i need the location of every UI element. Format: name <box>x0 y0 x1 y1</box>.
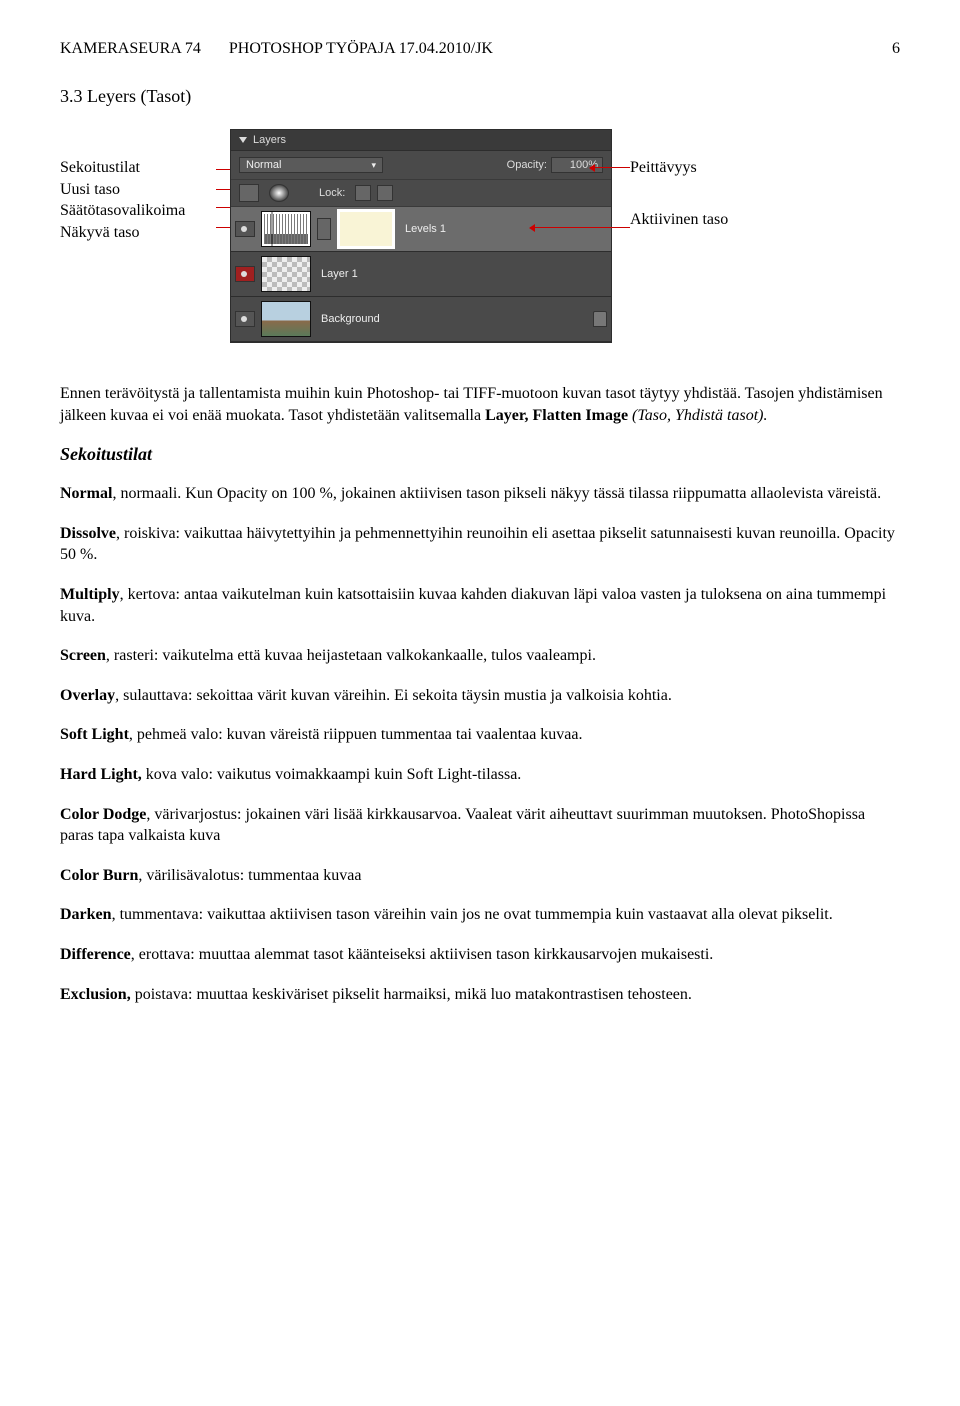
arrow-aktiivinen <box>530 227 630 228</box>
label-aktiivinen-taso: Aktiivinen taso <box>630 209 728 231</box>
para-colordodge: Color Dodge, värivarjostus: jokainen vär… <box>60 804 900 847</box>
para-screen: Screen, rasteri: vaikutelma että kuvaa h… <box>60 645 900 667</box>
lock-icons-group <box>355 185 393 201</box>
dropdown-arrow-icon: ▾ <box>371 160 376 171</box>
layer-name-layer1: Layer 1 <box>321 268 358 280</box>
panel-collapse-icon[interactable] <box>239 137 247 143</box>
blend-mode-value: Normal <box>246 159 281 171</box>
para-overlay: Overlay, sulauttava: sekoittaa värit kuv… <box>60 685 900 707</box>
layer-name-levels: Levels 1 <box>405 223 446 235</box>
mask-thumb-icon <box>337 209 395 249</box>
layer-thumb-icon <box>261 301 311 337</box>
term: Normal <box>60 485 112 502</box>
layer-row-background[interactable]: Background <box>231 297 611 342</box>
text-bold: Layer, Flatten Image <box>485 407 632 424</box>
lock-icon <box>593 311 607 327</box>
lock-label: Lock: <box>319 187 345 199</box>
desc: , värilisävalotus: tummentaa kuvaa <box>138 867 361 884</box>
layers-panel: Layers Normal ▾ Opacity: 100% Lock: <box>230 129 612 343</box>
term: Overlay <box>60 687 115 704</box>
desc: , tummentava: vaikuttaa aktiivisen tason… <box>112 906 833 923</box>
layer-row-layer1[interactable]: Layer 1 <box>231 252 611 297</box>
opacity-value-field[interactable]: 100% <box>551 157 603 173</box>
term: Screen <box>60 647 106 664</box>
para-colorburn: Color Burn, värilisävalotus: tummentaa k… <box>60 865 900 887</box>
desc: , rasteri: vaikutelma että kuvaa heijast… <box>106 647 596 664</box>
term: Hard Light, <box>60 766 142 783</box>
section-heading: 3.3 Leyers (Tasot) <box>60 86 900 107</box>
label-sekoitustilat: Sekoitustilat <box>60 157 220 179</box>
header-left: KAMERASEURA 74 <box>60 40 201 58</box>
visibility-toggle-icon[interactable] <box>235 311 255 327</box>
layer-name-background: Background <box>321 313 380 325</box>
para-intro: Ennen terävöitystä ja tallentamista muih… <box>60 383 900 426</box>
opacity-label: Opacity: <box>507 159 547 171</box>
layer-thumb-icon <box>261 256 311 292</box>
term: Multiply <box>60 586 120 603</box>
visibility-toggle-icon[interactable] <box>235 266 255 282</box>
header-mid: PHOTOSHOP TYÖPAJA 17.04.2010/JK <box>229 40 493 58</box>
label-uusi-taso: Uusi taso <box>60 179 220 201</box>
term: Difference <box>60 946 131 963</box>
arrow-peittavyys <box>590 167 630 168</box>
desc: , roiskiva: vaikuttaa häivytettyihin ja … <box>60 525 895 564</box>
desc: , värivarjostus: jokainen väri lisää kir… <box>60 806 865 845</box>
desc: poistava: muuttaa keskiväriset pikselit … <box>131 986 692 1003</box>
panel-titlebar[interactable]: Layers <box>231 130 611 151</box>
desc: , normaali. Kun Opacity on 100 %, jokain… <box>112 485 881 502</box>
para-normal: Normal, normaali. Kun Opacity on 100 %, … <box>60 483 900 505</box>
para-exclusion: Exclusion, poistava: muuttaa keskivärise… <box>60 984 900 1006</box>
lock-all-icon[interactable] <box>377 185 393 201</box>
desc: kova valo: vaikutus voimakkaampi kuin So… <box>142 766 522 783</box>
para-multiply: Multiply, kertova: antaa vaikutelman kui… <box>60 584 900 627</box>
term: Dissolve <box>60 525 116 542</box>
panel-lock-row: Lock: <box>231 180 611 207</box>
desc: , sulauttava: sekoittaa värit kuvan väre… <box>115 687 672 704</box>
label-saatotasovalikoima: Säätötasovalikoima <box>60 200 220 222</box>
panel-title-text: Layers <box>253 134 286 146</box>
para-dissolve: Dissolve, roiskiva: vaikuttaa häivytetty… <box>60 523 900 566</box>
para-softlight: Soft Light, pehmeä valo: kuvan väreistä … <box>60 724 900 746</box>
layer-row-levels[interactable]: Levels 1 <box>231 207 611 252</box>
layer-link-icon[interactable] <box>317 218 331 240</box>
term: Darken <box>60 906 112 923</box>
left-annotations: Sekoitustilat Uusi taso Säätötasovalikoi… <box>60 129 220 243</box>
term: Color Dodge <box>60 806 146 823</box>
term: Soft Light <box>60 726 129 743</box>
subheading-sekoitustilat: Sekoitustilat <box>60 444 900 465</box>
page-header: KAMERASEURA 74 PHOTOSHOP TYÖPAJA 17.04.2… <box>60 40 900 58</box>
text-italic: (Taso, Yhdistä tasot). <box>632 407 767 424</box>
panel-options-row: Normal ▾ Opacity: 100% <box>231 151 611 180</box>
layers-panel-wrap: Layers Normal ▾ Opacity: 100% Lock: <box>230 129 612 343</box>
label-peittavyys: Peittävyys <box>630 157 728 179</box>
para-hardlight: Hard Light, kova valo: vaikutus voimakka… <box>60 764 900 786</box>
new-layer-icon[interactable] <box>239 184 259 202</box>
para-difference: Difference, erottava: muuttaa alemmat ta… <box>60 944 900 966</box>
label-nakyva-taso: Näkyvä taso <box>60 222 220 244</box>
desc: , erottava: muuttaa alemmat tasot käänte… <box>131 946 714 963</box>
lock-transparency-icon[interactable] <box>355 185 371 201</box>
blend-mode-dropdown[interactable]: Normal ▾ <box>239 157 383 173</box>
right-annotations: Peittävyys Aktiivinen taso <box>630 157 728 232</box>
desc: , kertova: antaa vaikutelman kuin katsot… <box>60 586 886 625</box>
adjustment-layer-icon[interactable] <box>269 184 289 202</box>
para-darken: Darken, tummentava: vaikuttaa aktiivisen… <box>60 904 900 926</box>
term: Exclusion, <box>60 986 131 1003</box>
term: Color Burn <box>60 867 138 884</box>
diagram-block: Sekoitustilat Uusi taso Säätötasovalikoi… <box>60 129 900 343</box>
header-page-number: 6 <box>892 40 900 58</box>
adjustment-thumb-icon <box>261 211 311 247</box>
visibility-toggle-icon[interactable] <box>235 221 255 237</box>
desc: , pehmeä valo: kuvan väreistä riippuen t… <box>129 726 583 743</box>
